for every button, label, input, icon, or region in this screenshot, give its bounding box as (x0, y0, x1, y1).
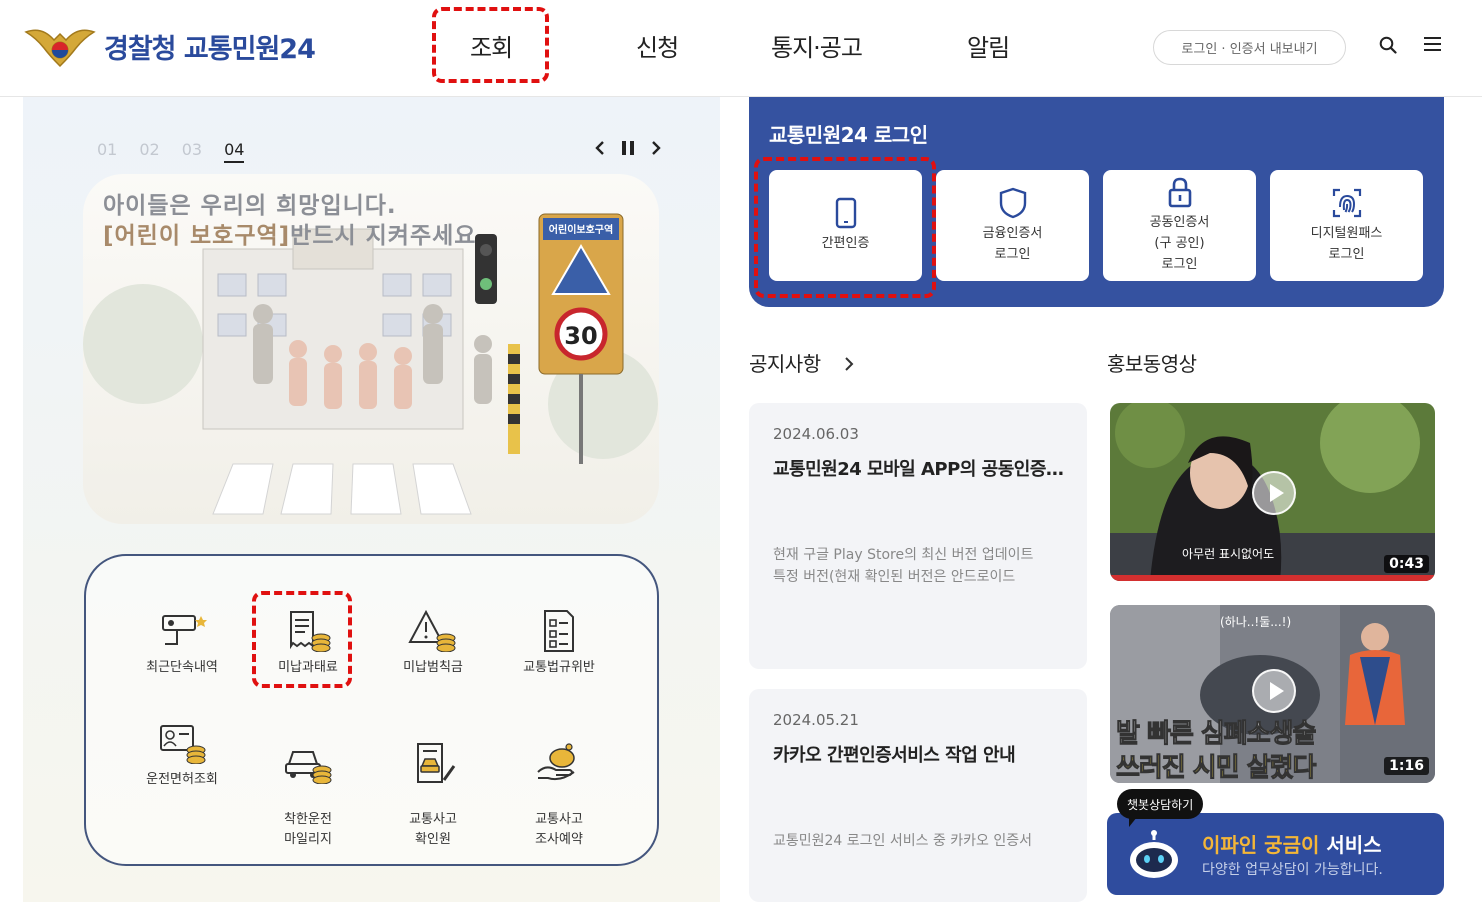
menu-label: 착한운전 마일리지 (284, 812, 332, 847)
simple-auth-button[interactable]: 간편인증 (769, 170, 922, 281)
header: 경찰청 교통민원24 조회 신청 통지·공고 알림 로그인 · 인증서 내보내기 (0, 0, 1482, 97)
banner-headline: 아이들은 우리의 희망입니다. (103, 193, 397, 219)
video-caption: 아무런 표시없어도 (1182, 547, 1275, 561)
video-duration: 1:16 (1384, 757, 1429, 775)
notices-heading[interactable]: 공지사항 (749, 348, 854, 377)
license-card-coins-icon (160, 725, 206, 764)
hand-piggybank-icon (537, 743, 575, 781)
chevron-right-icon[interactable] (650, 140, 662, 156)
search-icon[interactable] (1379, 36, 1397, 54)
digital-onepass-button[interactable]: 디지털원패스 로그인 (1270, 170, 1423, 281)
notice-body: 현재 구글 Play Store의 최신 버전 업데이트 특정 버전(현재 확인… (773, 544, 1065, 588)
school-zone-sign-label: 어린이보호구역 (548, 225, 614, 236)
notice-date: 2024.06.03 (773, 425, 859, 443)
site-logo[interactable]: 경찰청 교통민원24 (24, 22, 316, 70)
chatbot-consult-bubble[interactable]: 챗봇상담하기 (1117, 789, 1204, 827)
nav-application[interactable]: 신청 (636, 28, 679, 63)
menu-label: 운전면허조회 (146, 772, 218, 787)
promo-banner[interactable]: 아이들은 우리의 희망입니다. [어린이 보호구역]반드시 지켜주세요 어린이보… (83, 174, 659, 524)
video-thumbnail[interactable]: (하나..!둘...!) 발 빠른 심폐소생술 쓰러진 시민 살렸다 1:16 (1110, 605, 1435, 783)
notice-body-line: 교통민원24 로그인 서비스 중 카카오 인증서 (773, 833, 1033, 849)
banner-rest-text: 반드시 지켜주세요 (290, 223, 477, 249)
chevron-left-icon[interactable] (594, 140, 606, 156)
speed-limit-value: 30 (564, 322, 598, 350)
fingerprint-icon (1332, 188, 1361, 217)
notice-card[interactable]: 2024.06.03 교통민원24 모바일 APP의 공동인증서 로그인 현재 … (749, 403, 1087, 669)
menu-recent-enforcement[interactable]: 최근단속내역 (127, 610, 237, 678)
chatbot-title-rest: 서비스 (1319, 833, 1382, 857)
notice-date: 2024.05.21 (773, 711, 859, 729)
banner-accent-text: [어린이 보호구역] (103, 223, 291, 249)
login-button-label: 간편인증 (821, 236, 870, 251)
menu-label: 미납범칙금 (403, 660, 463, 675)
banner-subheadline: [어린이 보호구역]반드시 지켜주세요 (103, 216, 476, 250)
login-button-label: 공동인증서 (구 공인) 로그인 (1149, 215, 1210, 272)
menu-traffic-violation[interactable]: 교통법규위반 (504, 610, 614, 678)
menu-license-inquiry[interactable]: 운전면허조회 (127, 722, 237, 790)
login-button-label: 금융인증서 로그인 (982, 225, 1043, 262)
menu-label: 미납과태료 (278, 660, 338, 675)
video-headline-1: 발 빠른 심폐소생술 (1115, 719, 1316, 750)
joint-certificate-button[interactable]: 공동인증서 (구 공인) 로그인 (1103, 170, 1256, 281)
chatbot-banner[interactable]: 이파인 궁금이 서비스 다양한 업무상담이 가능합니다. (1107, 813, 1444, 895)
notices-title: 공지사항 (749, 352, 821, 376)
slide-controls (594, 140, 662, 156)
nav-inquiry[interactable]: 조회 (470, 28, 513, 63)
menu-accident-investigation-booking[interactable]: 교통사고 조사예약 (504, 722, 614, 850)
slide-number-2[interactable]: 02 (139, 140, 159, 163)
video-headline-2: 쓰러진 시민 살렸다 (1115, 753, 1316, 784)
chatbot-title-highlight: 이파인 궁금이 (1202, 833, 1320, 857)
menu-unpaid-fines[interactable]: 미납과태료 (253, 610, 363, 678)
warning-coins-icon (408, 610, 456, 652)
menu-icon[interactable] (1424, 36, 1441, 52)
video-duration: 0:43 (1384, 555, 1429, 573)
smartphone-icon (835, 197, 856, 229)
robot-icon (1130, 830, 1178, 878)
slide-pagination: 01 02 03 04 (97, 140, 245, 163)
receipt-coins-icon (290, 611, 331, 652)
financial-certificate-button[interactable]: 금융인증서 로그인 (936, 170, 1089, 281)
shield-icon (999, 187, 1026, 218)
chatbot-title: 이파인 궁금이 서비스 (1202, 829, 1382, 858)
notice-title: 카카오 간편인증서비스 작업 안내 (773, 745, 1016, 766)
slide-number-1[interactable]: 01 (97, 140, 117, 163)
play-icon[interactable] (1252, 471, 1296, 515)
car-coins-icon (285, 751, 332, 784)
video-top-caption: (하나..!둘...!) (1220, 615, 1292, 629)
notice-title: 교통민원24 모바일 APP의 공동인증서 로그인 (773, 459, 1068, 480)
logo-title: 경찰청 교통민원24 (104, 33, 316, 65)
login-button-label: 디지털원패스 로그인 (1310, 225, 1383, 262)
menu-label: 교통법규위반 (523, 660, 595, 675)
notice-body: 교통민원24 로그인 서비스 중 카카오 인증서 (773, 830, 1065, 852)
chevron-right-icon (845, 357, 854, 371)
lock-icon (1168, 177, 1191, 208)
videos-title: 홍보동영상 (1107, 352, 1197, 376)
notice-card[interactable]: 2024.05.21 카카오 간편인증서비스 작업 안내 교통민원24 로그인 … (749, 689, 1087, 902)
menu-label: 교통사고 조사예약 (535, 812, 583, 847)
menu-label: 최근단속내역 (146, 660, 218, 675)
accident-report-icon (417, 743, 456, 783)
menu-label: 교통사고 확인원 (409, 812, 457, 847)
speed-camera-icon (162, 615, 207, 645)
pause-icon[interactable] (620, 140, 636, 156)
slide-number-3[interactable]: 03 (182, 140, 202, 163)
login-card: 교통민원24 로그인 간편인증 금융인증서 로그인 공동인증서 (구 공인) 로… (749, 97, 1444, 307)
nav-alerts[interactable]: 알림 (967, 28, 1010, 63)
document-checklist-icon (544, 610, 574, 652)
police-emblem-icon (24, 29, 96, 68)
login-certificate-export-button[interactable]: 로그인 · 인증서 내보내기 (1153, 30, 1346, 65)
menu-accident-certificate[interactable]: 교통사고 확인원 (378, 722, 488, 850)
chatbot-subtitle: 다양한 업무상담이 가능합니다. (1202, 862, 1383, 878)
notice-body-line: 특정 버전(현재 확인된 버전은 안드로이드 (773, 569, 1016, 585)
nav-notice-announcement[interactable]: 통지·공고 (771, 28, 863, 63)
menu-unpaid-penalties[interactable]: 미납범칙금 (378, 610, 488, 678)
login-title: 교통민원24 로그인 (769, 123, 928, 147)
slide-number-4[interactable]: 04 (224, 140, 245, 163)
video-thumbnail[interactable]: 아무런 표시없어도 0:43 (1110, 403, 1435, 581)
play-icon[interactable] (1252, 669, 1296, 713)
menu-good-driving-mileage[interactable]: 착한운전 마일리지 (253, 722, 363, 850)
notice-body-line: 현재 구글 Play Store의 최신 버전 업데이트 (773, 547, 1034, 563)
